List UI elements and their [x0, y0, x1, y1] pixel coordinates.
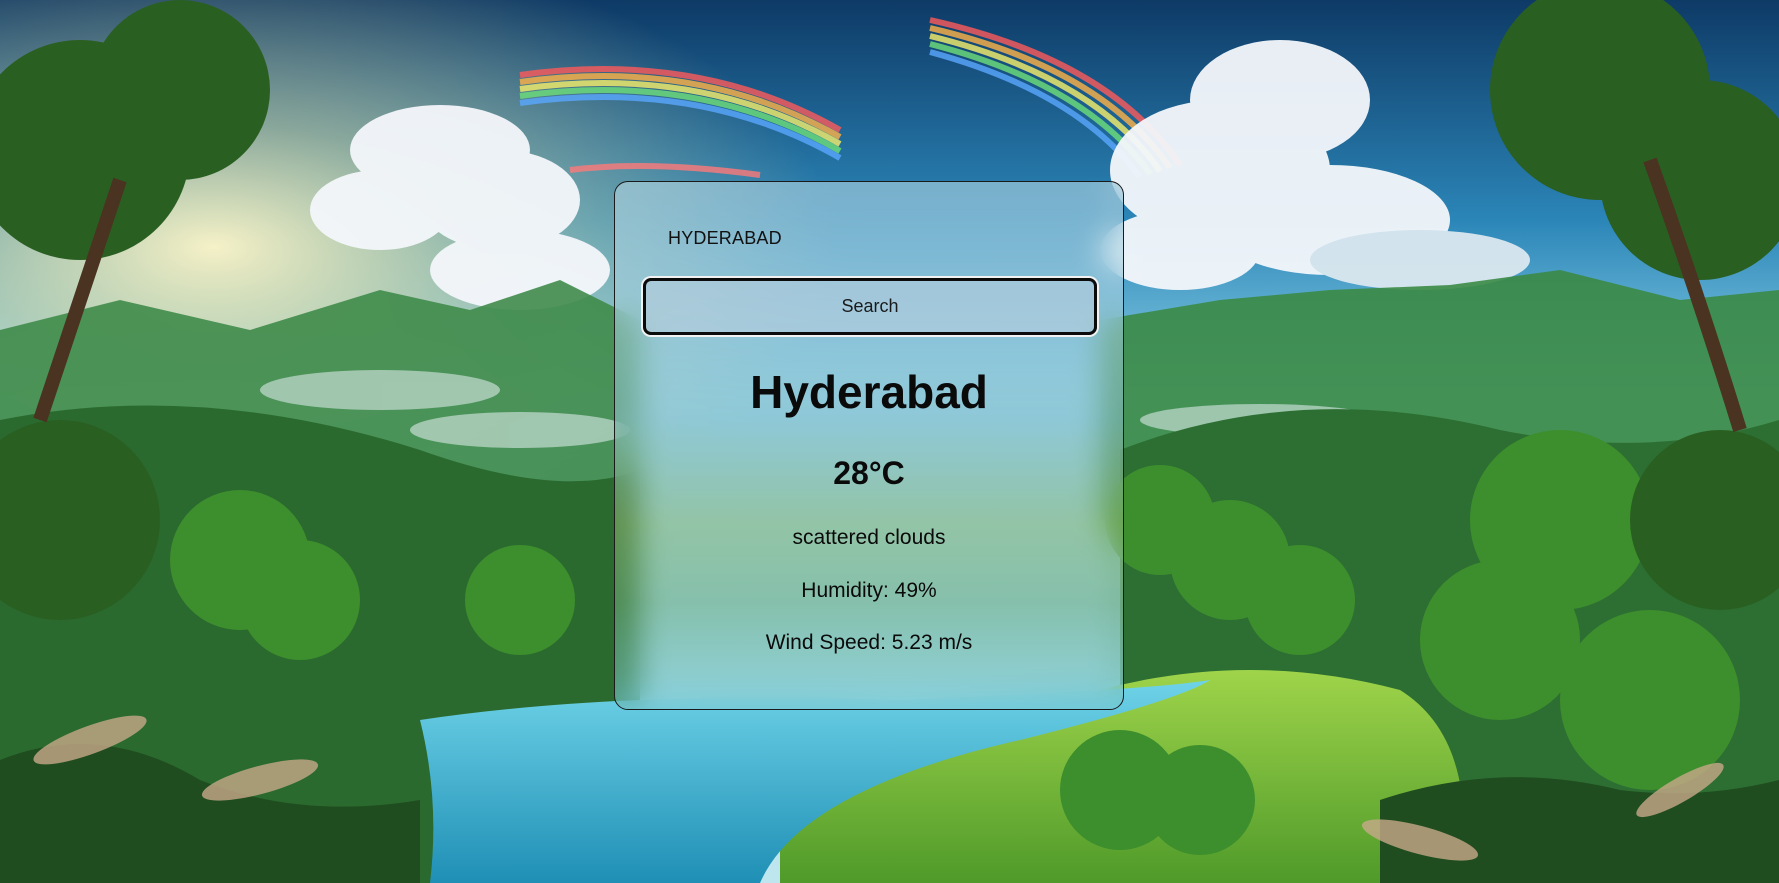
- search-button[interactable]: Search: [643, 278, 1097, 335]
- temperature: 28°C: [833, 455, 905, 491]
- city-name: Hyderabad: [750, 366, 988, 418]
- humidity: Humidity: 49%: [801, 579, 937, 602]
- weather-description: scattered clouds: [792, 526, 946, 549]
- city-input[interactable]: HYDERABAD: [668, 228, 782, 249]
- weather-card: HYDERABAD Search Hyderabad 28°C scattere…: [614, 181, 1124, 710]
- wind-speed: Wind Speed: 5.23 m/s: [765, 631, 973, 654]
